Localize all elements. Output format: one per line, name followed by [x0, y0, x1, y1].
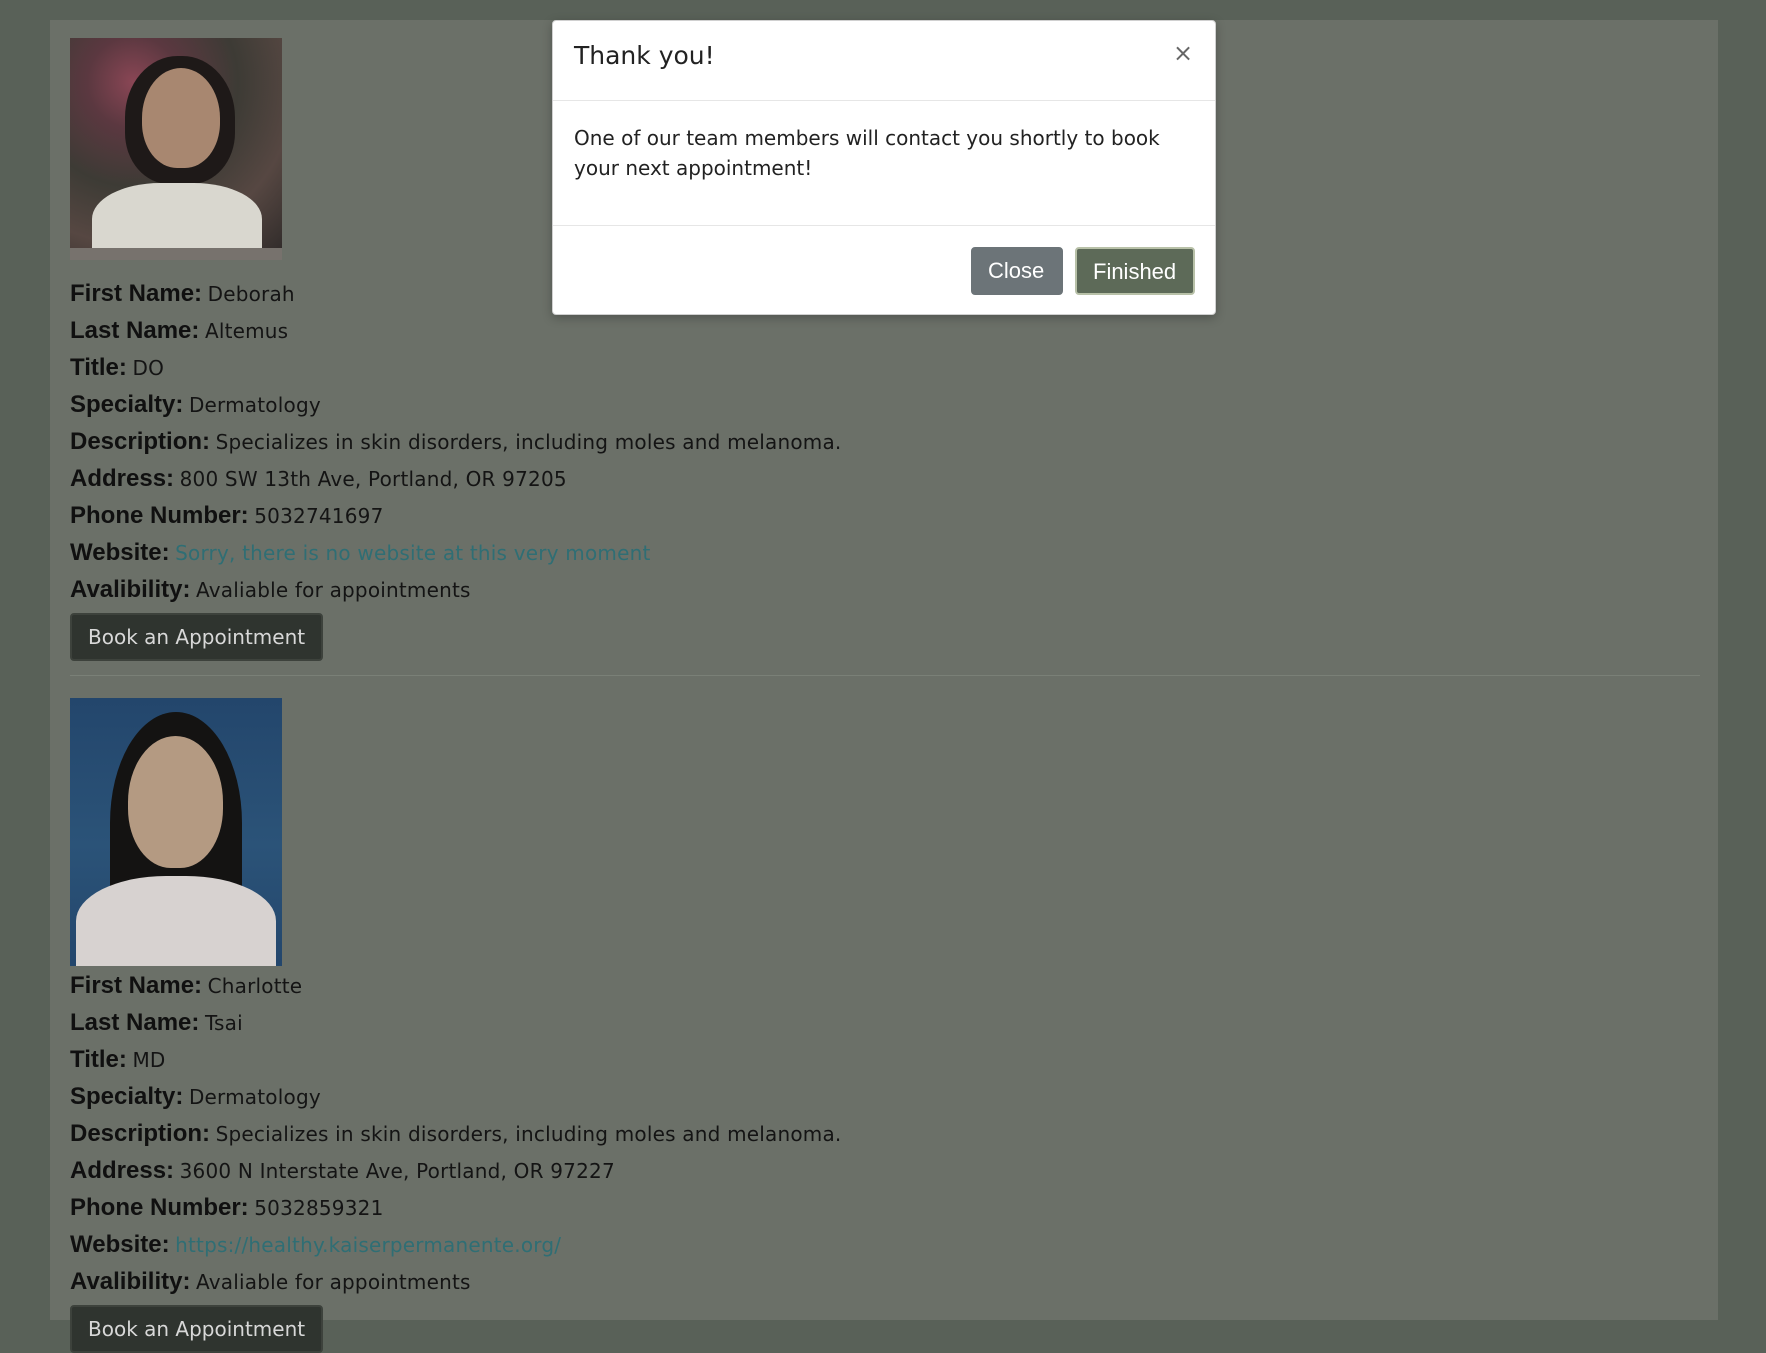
last-name-row: Last Name: Altemus [70, 313, 841, 350]
phone-row: Phone Number: 5032741697 [70, 498, 841, 535]
description-row: Description: Specializes in skin disorde… [70, 424, 841, 461]
first-name-value: Charlotte [207, 974, 303, 998]
description-value: Specializes in skin disorders, including… [215, 430, 842, 454]
modal-message: One of our team members will contact you… [574, 126, 1160, 180]
modal-footer: Close Finished [553, 226, 1215, 316]
availability-label: Avalibility: [70, 1268, 191, 1295]
phone-label: Phone Number: [70, 1194, 249, 1221]
title-value: MD [132, 1048, 166, 1072]
close-icon[interactable]: × [1171, 41, 1195, 65]
title-row: Title: DO [70, 350, 841, 387]
specialty-value: Dermatology [188, 1085, 321, 1109]
finished-button[interactable]: Finished [1075, 247, 1195, 295]
phone-value: 5032859321 [254, 1196, 384, 1220]
first-name-label: First Name: [70, 972, 203, 999]
website-label: Website: [70, 1231, 170, 1258]
website-row: Website: https://healthy.kaiserpermanent… [70, 1227, 841, 1264]
description-value: Specializes in skin disorders, including… [215, 1122, 842, 1146]
website-label: Website: [70, 539, 170, 566]
availability-row: Avalibility: Avaliable for appointments [70, 572, 841, 609]
title-value: DO [132, 356, 165, 380]
availability-label: Avalibility: [70, 576, 191, 603]
website-link[interactable]: https://healthy.kaiserpermanente.org/ [175, 1233, 561, 1257]
specialty-row: Specialty: Dermatology [70, 387, 841, 424]
availability-value: Avaliable for appointments [196, 578, 471, 602]
address-row: Address: 800 SW 13th Ave, Portland, OR 9… [70, 461, 841, 498]
address-label: Address: [70, 1157, 175, 1184]
specialty-value: Dermatology [188, 393, 321, 417]
modal-title: Thank you! [574, 41, 715, 70]
address-label: Address: [70, 465, 175, 492]
last-name-value: Tsai [204, 1011, 243, 1035]
website-link[interactable]: Sorry, there is no website at this very … [175, 541, 650, 565]
address-value: 3600 N Interstate Ave, Portland, OR 9722… [179, 1159, 615, 1183]
phone-row: Phone Number: 5032859321 [70, 1190, 841, 1227]
first-name-value: Deborah [207, 282, 295, 306]
modal-body: One of our team members will contact you… [553, 101, 1215, 226]
first-name-row: First Name: Charlotte [70, 968, 841, 1005]
availability-value: Avaliable for appointments [196, 1270, 471, 1294]
doctor-photo [70, 698, 282, 966]
first-name-label: First Name: [70, 280, 203, 307]
doctor-photo [70, 38, 282, 260]
book-appointment-button[interactable]: Book an Appointment [70, 1305, 324, 1353]
last-name-value: Altemus [204, 319, 289, 343]
doctor-card: First Name: Charlotte Last Name: Tsai Ti… [70, 698, 841, 1353]
doctor-divider [70, 675, 1700, 676]
description-label: Description: [70, 1120, 211, 1147]
specialty-label: Specialty: [70, 391, 184, 418]
website-row: Website: Sorry, there is no website at t… [70, 535, 841, 572]
book-appointment-button[interactable]: Book an Appointment [70, 613, 324, 661]
availability-row: Avalibility: Avaliable for appointments [70, 1264, 841, 1301]
address-row: Address: 3600 N Interstate Ave, Portland… [70, 1153, 841, 1190]
last-name-row: Last Name: Tsai [70, 1005, 841, 1042]
last-name-label: Last Name: [70, 1009, 200, 1036]
address-value: 800 SW 13th Ave, Portland, OR 97205 [179, 467, 567, 491]
specialty-label: Specialty: [70, 1083, 184, 1110]
modal-header: Thank you! × [553, 21, 1215, 101]
title-row: Title: MD [70, 1042, 841, 1079]
specialty-row: Specialty: Dermatology [70, 1079, 841, 1116]
close-button[interactable]: Close [971, 247, 1063, 295]
phone-value: 5032741697 [254, 504, 384, 528]
title-label: Title: [70, 354, 127, 381]
thank-you-modal: Thank you! × One of our team members wil… [552, 20, 1216, 315]
phone-label: Phone Number: [70, 502, 249, 529]
last-name-label: Last Name: [70, 317, 200, 344]
description-label: Description: [70, 428, 211, 455]
title-label: Title: [70, 1046, 127, 1073]
description-row: Description: Specializes in skin disorde… [70, 1116, 841, 1153]
